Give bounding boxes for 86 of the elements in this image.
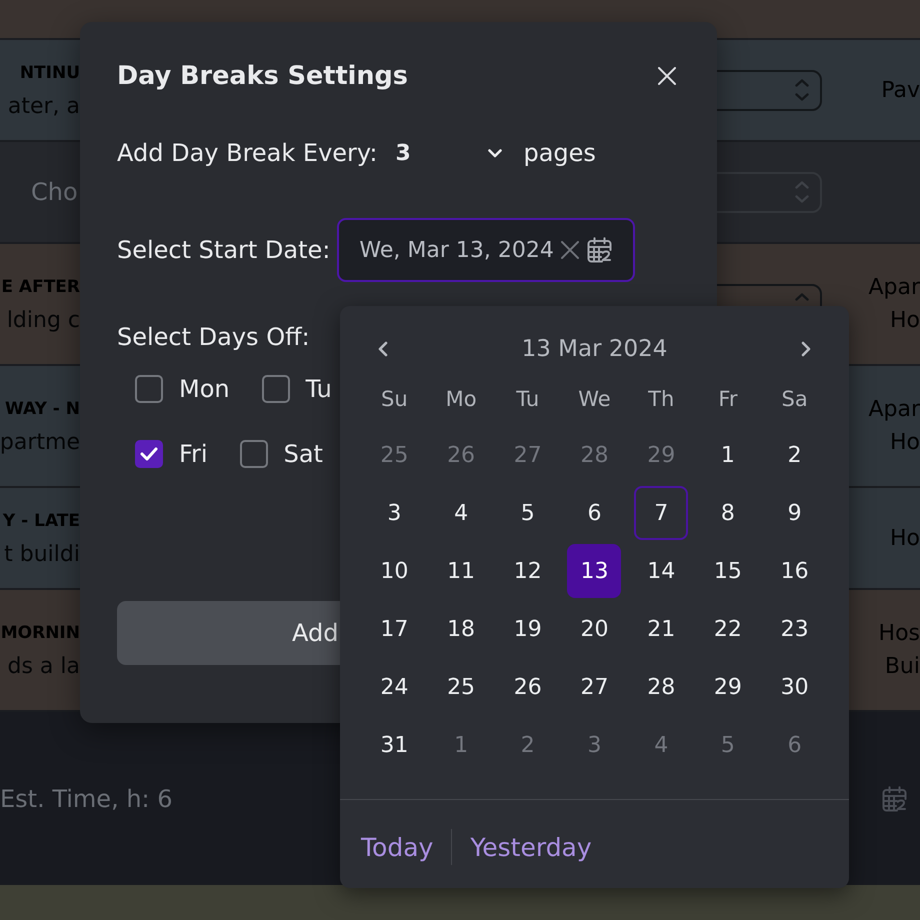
day-cell[interactable]: 20 xyxy=(567,602,622,656)
start-date-label: Select Start Date: xyxy=(117,235,330,266)
chevron-right-icon xyxy=(800,341,811,357)
checkbox-label: Mon xyxy=(179,375,230,403)
location-text: Ho xyxy=(890,307,920,335)
day-cell[interactable]: 6 xyxy=(567,486,622,540)
day-cell[interactable]: 5 xyxy=(500,486,555,540)
day-cell[interactable]: 8 xyxy=(700,486,755,540)
day-cell[interactable]: 14 xyxy=(634,544,688,598)
day-cell[interactable]: 28 xyxy=(634,660,688,714)
task-title: E AFTER xyxy=(1,276,80,299)
interval-select[interactable]: 3 xyxy=(395,135,508,171)
day-cell[interactable]: 29 xyxy=(700,660,755,714)
day-cell[interactable]: 3 xyxy=(367,486,422,540)
location-text: Apar xyxy=(868,274,920,302)
location-text: Hos xyxy=(878,620,920,648)
weekday-label: We xyxy=(578,386,611,413)
checkbox-label: Sat xyxy=(284,440,323,468)
task-title: Y - LATE xyxy=(2,510,80,533)
weekday-label: Sa xyxy=(782,386,808,413)
interval-label: Add Day Break Every: xyxy=(117,138,378,169)
chevron-down-icon xyxy=(795,195,809,203)
chevron-up-icon xyxy=(795,181,809,189)
day-cell[interactable]: 16 xyxy=(768,544,822,598)
chevron-up-icon xyxy=(795,79,809,87)
days-off-label: Select Days Off: xyxy=(117,322,310,353)
close-button[interactable] xyxy=(658,67,676,85)
day-cell[interactable]: 27 xyxy=(567,660,622,714)
placeholder-text: Cho xyxy=(31,177,78,208)
weekday-label: Su xyxy=(381,386,408,413)
day-cell[interactable]: 26 xyxy=(500,660,555,714)
weekday-label: Mo xyxy=(446,386,477,413)
location-text: Apar xyxy=(868,396,920,424)
day-cell[interactable]: 30 xyxy=(768,660,822,714)
day-cell[interactable]: 17 xyxy=(367,602,422,656)
date-field[interactable]: We, Mar 13, 2024 xyxy=(337,218,636,282)
checkbox-label: Tu xyxy=(306,375,332,403)
day-cell[interactable]: 19 xyxy=(500,602,555,656)
checkbox[interactable] xyxy=(135,440,163,468)
checkbox[interactable] xyxy=(135,375,163,403)
month-title: 13 Mar 2024 xyxy=(522,336,668,362)
calendar-icon xyxy=(587,237,614,263)
shortcut-link[interactable]: Today xyxy=(361,832,434,862)
day-cell[interactable]: 1 xyxy=(700,428,755,482)
weekday-label: Fr xyxy=(718,386,738,413)
day-cell[interactable]: 15 xyxy=(700,544,755,598)
day-cell[interactable]: 18 xyxy=(434,602,488,656)
day-cell[interactable]: 10 xyxy=(367,544,422,598)
task-title: MORNIN xyxy=(0,622,80,645)
day-cell[interactable]: 24 xyxy=(367,660,422,714)
chevron-down-icon xyxy=(795,93,809,101)
day-cell[interactable]: 25 xyxy=(434,660,488,714)
next-month-button[interactable] xyxy=(800,341,811,357)
dialog-title: Day Breaks Settings xyxy=(117,60,408,92)
location-text: Pav xyxy=(881,76,920,104)
calendar-icon xyxy=(882,786,908,812)
day-cell[interactable]: 4 xyxy=(434,486,488,540)
day-cell[interactable]: 9 xyxy=(768,486,822,540)
day-cell[interactable]: 13 xyxy=(567,544,622,598)
task-title: NTINU xyxy=(20,62,80,85)
day-cell[interactable]: 11 xyxy=(434,544,488,598)
checkbox[interactable] xyxy=(262,375,290,403)
day-cell[interactable]: 21 xyxy=(634,602,688,656)
day-cell[interactable]: 12 xyxy=(500,544,555,598)
checkbox-label: Fri xyxy=(179,440,208,468)
shortcut-link[interactable]: Yesterday xyxy=(470,832,592,862)
weekday-label: Th xyxy=(648,386,674,413)
unit-label: pages xyxy=(523,138,596,169)
location-text: Ho xyxy=(890,429,920,457)
day-cell[interactable]: 23 xyxy=(768,602,822,656)
day-cell[interactable]: 7 xyxy=(634,486,688,540)
checkbox[interactable] xyxy=(240,440,268,468)
location-text: Ho xyxy=(890,524,920,552)
caret-icon xyxy=(488,148,502,158)
day-cell[interactable]: 31 xyxy=(367,718,422,772)
day-cell[interactable]: 22 xyxy=(700,602,755,656)
weekday-label: Tu xyxy=(516,386,540,413)
location-text: Bui xyxy=(884,653,920,681)
clear-icon xyxy=(561,241,580,259)
estimate-text: Est. Time, h: 6 xyxy=(0,784,173,812)
chevron-up-icon xyxy=(795,293,809,301)
close-icon xyxy=(658,67,676,85)
day-cell[interactable]: 2 xyxy=(768,428,822,482)
previous-month-button[interactable] xyxy=(378,341,388,357)
check-icon xyxy=(140,447,158,461)
chevron-left-icon xyxy=(378,341,388,357)
